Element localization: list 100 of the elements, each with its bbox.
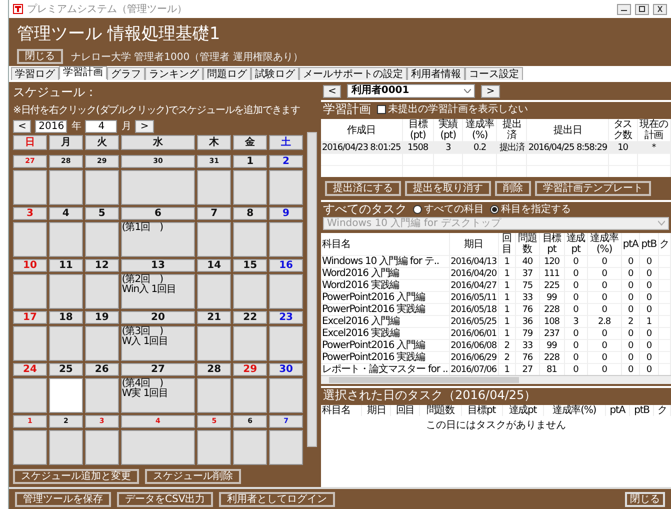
table-cell: 111 [539,268,564,280]
scrollbar[interactable] [321,375,671,384]
table-cell: 0 [640,352,658,364]
day-cell[interactable] [233,222,268,257]
day-cell[interactable] [269,170,303,205]
close-button[interactable] [653,4,667,14]
plan-button[interactable]: 提出済にする [325,181,401,196]
close-button[interactable]: 閉じる [625,492,665,506]
day-cell[interactable] [197,222,232,257]
day-cell[interactable] [48,170,83,205]
day-cell[interactable]: (第1回 ) [120,222,196,257]
tab[interactable]: ランキング [145,67,203,80]
column-header: ptB [630,405,654,416]
day-cell[interactable] [84,378,119,413]
day-cell[interactable]: (第2回 ) Win入 1回目 [120,274,196,309]
day-number: 5 [84,207,119,220]
day-cell[interactable] [13,326,47,361]
day-cell[interactable]: (第4回 ) W実 1回目 [120,378,196,413]
day-cell[interactable] [48,222,83,257]
table-cell: 1 [498,268,516,280]
day-cell[interactable] [233,378,268,413]
plan-button[interactable]: 削除 [495,181,531,196]
close-button[interactable]: 閉じる [17,49,63,64]
user-dropdown[interactable]: 利用者0001 [347,84,476,98]
day-number: 9 [269,207,303,220]
day-cell[interactable] [48,430,83,465]
day-cell[interactable] [269,326,303,361]
tab[interactable]: コース設定 [465,67,523,80]
tab[interactable]: 利用者情報 [407,67,465,80]
day-cell[interactable] [120,170,196,205]
column-header: 科目名 [321,233,450,256]
footer-button[interactable]: 利用者としてログイン [219,492,336,506]
minimize-button[interactable] [617,4,631,14]
radio-button[interactable]: 科目を指定する [490,202,571,216]
day-cell[interactable] [84,430,119,465]
day-cell[interactable] [269,274,303,309]
day-cell[interactable] [197,274,232,309]
day-cell[interactable] [233,274,268,309]
day-cell[interactable] [84,274,119,309]
table-cell: 提出済 [496,142,527,154]
day-cell[interactable] [48,274,83,309]
tab[interactable]: 学習ログ [11,67,59,80]
footer-button[interactable]: 管理ツールを保存 [15,492,111,506]
day-cell[interactable] [120,430,196,465]
table-cell: 1 [498,280,516,292]
next-button[interactable]: > [135,120,154,132]
day-cell[interactable] [233,326,268,361]
tab[interactable]: グラフ [107,67,145,80]
maximize-button[interactable] [635,4,649,14]
previous-button[interactable]: < [323,84,342,98]
day-cell[interactable]: (第3回 ) W入 1回目 [120,326,196,361]
day-cell[interactable] [13,222,47,257]
table-cell: 0 [621,256,640,268]
day-cell[interactable] [48,378,83,413]
day-cell[interactable] [233,430,268,465]
app-icon [13,4,23,14]
day-cell[interactable] [13,378,47,413]
day-cell[interactable] [48,326,83,361]
table-cell: 33 [516,340,539,352]
next-button[interactable]: > [481,84,500,98]
table-cell: Word2016 入門編 [321,268,450,280]
day-cell[interactable] [269,222,303,257]
day-cell[interactable] [13,274,47,309]
tab[interactable]: 試験ログ [251,67,299,80]
table-cell: 0 [640,328,658,340]
schedule-entry: W実 1回目 [122,389,170,399]
schedule-entry: (第3回 ) [122,327,163,337]
schedule-button[interactable]: スケジュール追加と変更 [13,469,139,484]
day-cell[interactable] [197,170,232,205]
month-field[interactable]: 4 [85,120,118,132]
weekday-header: 金 [233,135,268,150]
footer-button[interactable]: データをCSV出力 [117,492,214,506]
maximize-icon [638,6,646,12]
day-cell[interactable] [13,430,47,465]
filter-checkbox[interactable]: 未提出の学習計画を表示しない [377,102,528,116]
day-number: 21 [197,311,232,324]
table-cell: 1 [498,316,516,328]
table-cell: 1 [498,256,516,268]
day-cell[interactable] [233,170,268,205]
day-cell[interactable] [197,378,232,413]
scrollbar[interactable] [307,132,317,447]
tab[interactable]: メールサポートの設定 [299,67,407,80]
day-cell[interactable] [197,326,232,361]
year-field[interactable]: 2016 [35,120,68,132]
radio-button[interactable]: すべての科目 [413,202,484,216]
tab[interactable]: 学習計画 [59,66,107,79]
day-cell[interactable] [197,430,232,465]
table-cell: 99 [539,340,564,352]
plan-button[interactable]: 学習計画テンプレート [535,181,651,196]
previous-button[interactable]: < [13,120,32,132]
tab[interactable]: 問題ログ [203,67,251,80]
day-cell[interactable] [84,222,119,257]
day-cell[interactable] [269,430,303,465]
schedule-button[interactable]: スケジュール削除 [145,469,241,484]
plan-button[interactable]: 提出を取り消す [405,181,491,196]
day-cell[interactable] [84,326,119,361]
day-cell[interactable] [13,170,47,205]
weekday-header: 土 [269,135,303,150]
day-cell[interactable] [269,378,303,413]
day-cell[interactable] [84,170,119,205]
